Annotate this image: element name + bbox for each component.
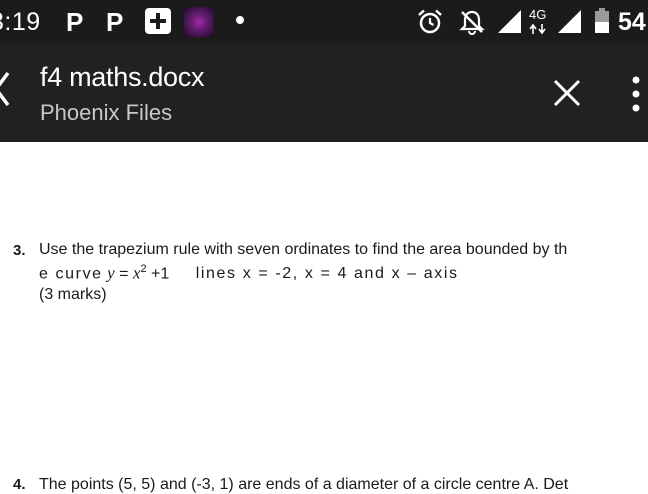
status-bar: 3:19 P P 4G 54 — [0, 0, 648, 44]
question-3-marks: (3 marks) — [39, 286, 107, 303]
document-title: f4 maths.docx — [40, 62, 205, 92]
back-icon[interactable] — [0, 71, 10, 107]
equation-exponent: 2 — [140, 263, 147, 275]
question-3-line-2: e curve y = x2 +1 lines x = -2, x = 4 an… — [39, 263, 459, 283]
question-3-line-1: Use the trapezium rule with seven ordina… — [39, 241, 568, 258]
p-app-icon: P — [66, 7, 84, 37]
question-3-text-b: lines x = -2, x = 4 and x – axis — [195, 265, 459, 283]
document-page: 3. Use the trapezium rule with seven ord… — [0, 142, 648, 493]
equation-equals: = — [119, 265, 129, 283]
data-arrows-icon — [529, 23, 546, 35]
network-type-label: 4G — [529, 7, 547, 22]
app-subtitle: Phoenix Files — [40, 100, 173, 125]
question-3-number: 3. — [13, 242, 26, 259]
battery-icon — [595, 8, 609, 33]
question-4-number: 4. — [13, 476, 26, 493]
app-bar: f4 maths.docx Phoenix Files — [0, 44, 648, 142]
4g-signal-icon — [558, 10, 581, 33]
close-icon[interactable] — [552, 78, 582, 108]
signal-icon — [498, 10, 521, 33]
equation-y: y — [107, 263, 115, 283]
equation-plus-one: +1 — [151, 265, 170, 283]
add-box-icon — [145, 8, 171, 34]
battery-level: 54 — [618, 8, 646, 36]
more-vert-icon[interactable] — [630, 76, 642, 112]
alarm-icon — [418, 9, 442, 34]
notifications-off-icon — [459, 10, 485, 35]
dot-icon — [236, 16, 244, 24]
status-time: 3:19 — [0, 8, 41, 36]
question-3-text-a: e curve — [39, 265, 103, 283]
p-app-icon: P — [106, 7, 124, 37]
question-4-line-1: The points (5, 5) and (-3, 1) are ends o… — [39, 476, 569, 493]
image-thumbnail-icon — [184, 7, 214, 37]
